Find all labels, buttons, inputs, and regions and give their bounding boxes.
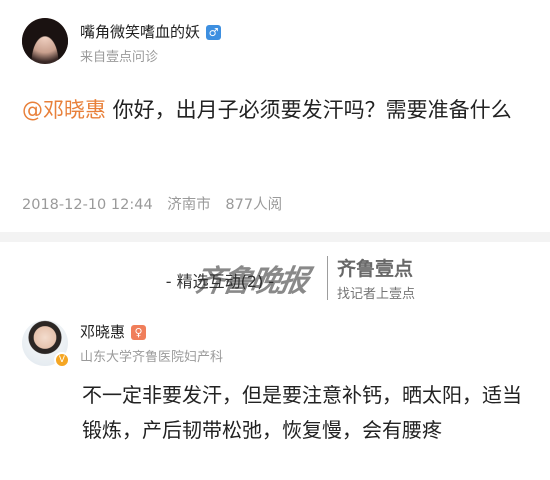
- question-location: 济南市: [167, 197, 211, 213]
- question-date: 2018-12-10 12:44: [22, 197, 153, 213]
- male-gender-icon: ♂: [206, 25, 222, 40]
- watermark: 齐鲁晚报 齐鲁壹点 找记者上壹点: [191, 252, 445, 308]
- answer-text: 不一定非要发汗，但是要注意补钙，晒太阳，适当锻炼，产后韧带松弛，恢复慢，会有腰疼: [82, 383, 522, 442]
- doctor-mention-link[interactable]: @邓晓惠: [22, 98, 106, 122]
- watermark-separator: [327, 256, 328, 300]
- watermark-slogan: 找记者上壹点: [337, 287, 416, 302]
- doctor-hospital: 山东大学齐鲁医院妇产科: [80, 350, 224, 365]
- user-name[interactable]: 嘴角微笑嗜血的妖 ♂: [80, 21, 222, 42]
- question-text: @邓晓惠 你好，出月子必须要发汗吗？需要准备什么: [22, 92, 522, 128]
- section-divider: [0, 232, 550, 242]
- verified-badge-icon: V: [54, 352, 70, 368]
- doctor-name[interactable]: 邓晓惠 ♀: [80, 321, 147, 342]
- question-meta: 2018-12-10 12:44 济南市 877人阅: [22, 193, 292, 214]
- question-card: 嘴角微笑嗜血的妖 ♂ 来自壹点问诊 @邓晓惠 你好，出月子必须要发汗吗？需要准备什…: [0, 0, 550, 232]
- watermark-calligraphy-logo: 齐鲁晚报: [191, 264, 310, 299]
- question-source: 来自壹点问诊: [80, 50, 159, 65]
- user-avatar-icon[interactable]: [22, 18, 68, 64]
- female-gender-icon: ♀: [131, 325, 147, 340]
- doctor-avatar-icon[interactable]: V: [22, 320, 70, 368]
- doctor-name-text[interactable]: 邓晓惠: [80, 323, 125, 341]
- question-body: 你好，出月子必须要发汗吗？需要准备什么: [106, 98, 512, 122]
- question-views: 877人阅: [225, 197, 283, 213]
- watermark-brand: 齐鲁壹点: [337, 258, 414, 280]
- user-name-text[interactable]: 嘴角微笑嗜血的妖: [80, 23, 200, 41]
